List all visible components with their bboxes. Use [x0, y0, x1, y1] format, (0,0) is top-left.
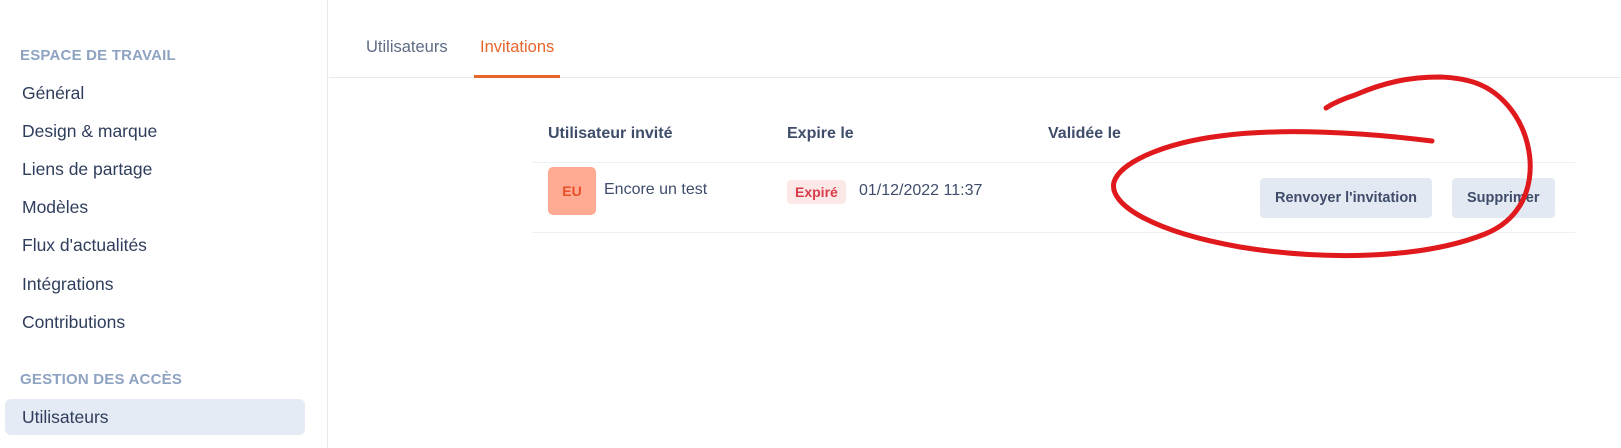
column-header-validated: Validée le	[1048, 125, 1121, 142]
status-badge: Expiré	[787, 180, 846, 204]
sidebar-item-share-links[interactable]: Liens de partage	[5, 151, 305, 187]
column-header-invited-user: Utilisateur invité	[548, 125, 673, 142]
invited-user-name: Encore un test	[604, 181, 708, 198]
sidebar-item-integrations[interactable]: Intégrations	[5, 266, 305, 302]
expire-date: 01/12/2022 11:37	[859, 182, 983, 199]
avatar: EU	[548, 167, 596, 215]
tab-bar: Utilisateurs Invitations	[329, 0, 1621, 78]
sidebar-item-design-brand[interactable]: Design & marque	[5, 113, 305, 149]
tab-users[interactable]: Utilisateurs	[360, 38, 454, 78]
table-row: EU Encore un test Expiré 01/12/2022 11:3…	[532, 163, 1575, 233]
section-title-workspace: ESPACE DE TRAVAIL	[20, 47, 176, 64]
table-header: Utilisateur invité Expire le Validée le	[532, 113, 1575, 163]
invitations-table: Utilisateur invité Expire le Validée le …	[532, 113, 1575, 233]
section-title-access-management: GESTION DES ACCÈS	[20, 371, 183, 388]
sidebar-item-contributions[interactable]: Contributions	[5, 304, 305, 340]
tab-invitations[interactable]: Invitations	[474, 38, 561, 78]
settings-sidebar: ESPACE DE TRAVAIL Général Design & marqu…	[0, 0, 328, 448]
sidebar-item-news-feed[interactable]: Flux d'actualités	[5, 227, 305, 263]
sidebar-item-templates[interactable]: Modèles	[5, 189, 305, 225]
sidebar-item-users[interactable]: Utilisateurs	[5, 399, 305, 435]
delete-invitation-button[interactable]: Supprimer	[1452, 178, 1555, 218]
main-content: Utilisateurs Invitations Utilisateur inv…	[329, 0, 1621, 448]
sidebar-item-general[interactable]: Général	[5, 75, 305, 111]
resend-invitation-button[interactable]: Renvoyer l'invitation	[1260, 178, 1433, 218]
column-header-expires: Expire le	[787, 125, 854, 142]
